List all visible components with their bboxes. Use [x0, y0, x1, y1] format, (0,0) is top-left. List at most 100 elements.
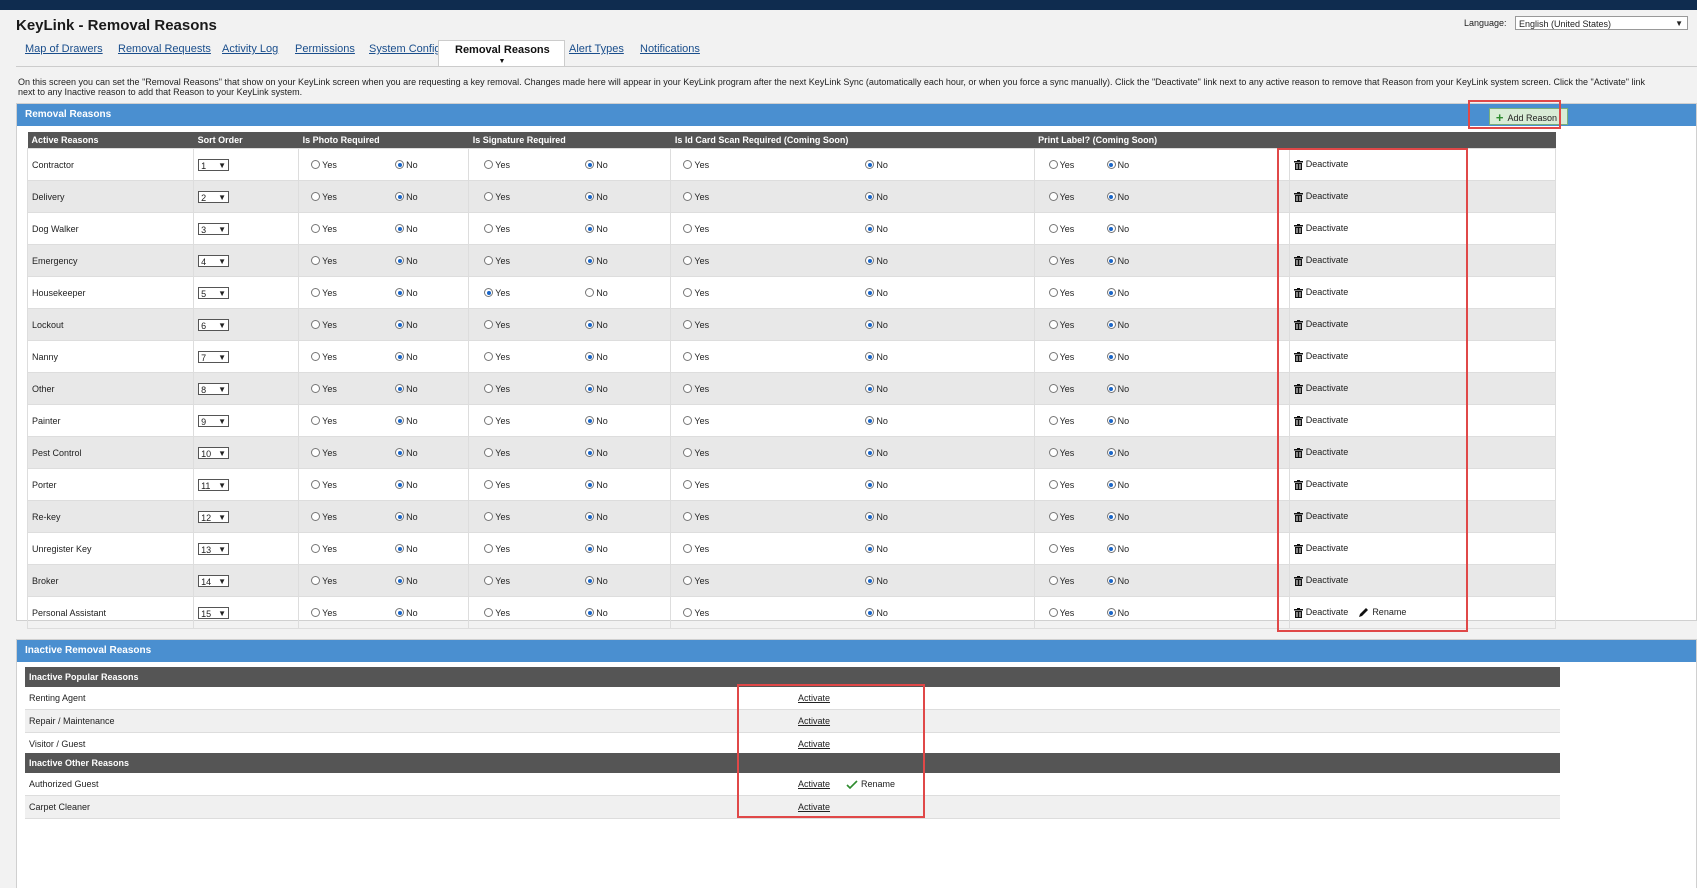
- label-no-option[interactable]: No: [1106, 543, 1129, 554]
- idscan-yes-option[interactable]: Yes: [683, 447, 709, 458]
- photo-yes-radio[interactable]: [311, 384, 321, 394]
- label-yes-option[interactable]: Yes: [1048, 543, 1074, 554]
- signature-yes-option[interactable]: Yes: [484, 255, 510, 266]
- deactivate-link[interactable]: Deactivate: [1293, 543, 1348, 554]
- deactivate-link[interactable]: Deactivate: [1293, 479, 1348, 490]
- rename-link[interactable]: Rename: [846, 779, 895, 790]
- idscan-no-radio[interactable]: [865, 448, 875, 458]
- idscan-no-option[interactable]: No: [865, 447, 888, 458]
- sort-order-select[interactable]: 13 ▼: [198, 542, 230, 555]
- label-yes-radio[interactable]: [1048, 608, 1058, 618]
- label-yes-option[interactable]: Yes: [1048, 287, 1074, 298]
- signature-no-radio[interactable]: [585, 576, 595, 586]
- idscan-yes-radio[interactable]: [683, 224, 693, 234]
- tab-alert-types[interactable]: Alert Types: [569, 40, 624, 66]
- photo-no-radio[interactable]: [395, 480, 405, 490]
- idscan-yes-radio[interactable]: [683, 352, 693, 362]
- label-no-radio[interactable]: [1106, 224, 1116, 234]
- label-no-radio[interactable]: [1106, 416, 1116, 426]
- idscan-yes-radio[interactable]: [683, 512, 693, 522]
- signature-yes-option[interactable]: Yes: [484, 223, 510, 234]
- signature-no-radio[interactable]: [585, 256, 595, 266]
- label-yes-option[interactable]: Yes: [1048, 383, 1074, 394]
- signature-no-option[interactable]: No: [585, 255, 608, 266]
- photo-yes-option[interactable]: Yes: [311, 159, 337, 170]
- photo-yes-radio[interactable]: [311, 512, 321, 522]
- idscan-yes-option[interactable]: Yes: [683, 287, 709, 298]
- deactivate-link[interactable]: Deactivate: [1293, 607, 1348, 618]
- activate-link[interactable]: Activate: [798, 693, 830, 703]
- idscan-yes-radio[interactable]: [683, 608, 693, 618]
- signature-no-option[interactable]: No: [585, 575, 608, 586]
- signature-no-radio[interactable]: [585, 224, 595, 234]
- signature-no-option[interactable]: No: [585, 383, 608, 394]
- photo-no-option[interactable]: No: [395, 287, 418, 298]
- add-reason-button[interactable]: + Add Reason: [1488, 108, 1568, 125]
- idscan-yes-radio[interactable]: [683, 384, 693, 394]
- deactivate-link[interactable]: Deactivate: [1293, 159, 1348, 170]
- signature-no-radio[interactable]: [585, 320, 595, 330]
- sort-order-select[interactable]: 12 ▼: [198, 510, 230, 523]
- photo-no-radio[interactable]: [395, 576, 405, 586]
- photo-no-option[interactable]: No: [395, 255, 418, 266]
- tab-activity-log[interactable]: Activity Log: [222, 40, 278, 66]
- idscan-no-option[interactable]: No: [865, 415, 888, 426]
- photo-yes-radio[interactable]: [311, 224, 321, 234]
- label-yes-option[interactable]: Yes: [1048, 223, 1074, 234]
- photo-no-option[interactable]: No: [395, 319, 418, 330]
- sort-order-select[interactable]: 2 ▼: [198, 190, 230, 203]
- deactivate-link[interactable]: Deactivate: [1293, 415, 1348, 426]
- idscan-no-option[interactable]: No: [865, 191, 888, 202]
- photo-no-option[interactable]: No: [395, 511, 418, 522]
- signature-no-radio[interactable]: [585, 544, 595, 554]
- signature-yes-option[interactable]: Yes: [484, 415, 510, 426]
- idscan-yes-radio[interactable]: [683, 576, 693, 586]
- idscan-yes-radio[interactable]: [683, 480, 693, 490]
- sort-order-select[interactable]: 9 ▼: [198, 414, 230, 427]
- signature-no-option[interactable]: No: [585, 607, 608, 618]
- sort-order-select[interactable]: 5 ▼: [198, 286, 230, 299]
- rename-link[interactable]: Rename: [1358, 607, 1406, 617]
- deactivate-link[interactable]: Deactivate: [1293, 223, 1348, 234]
- signature-yes-option[interactable]: Yes: [484, 543, 510, 554]
- activate-link[interactable]: Activate: [798, 779, 830, 789]
- photo-no-option[interactable]: No: [395, 543, 418, 554]
- photo-yes-option[interactable]: Yes: [311, 543, 337, 554]
- idscan-yes-option[interactable]: Yes: [683, 543, 709, 554]
- signature-yes-radio[interactable]: [484, 352, 494, 362]
- photo-no-option[interactable]: No: [395, 575, 418, 586]
- idscan-yes-option[interactable]: Yes: [683, 351, 709, 362]
- photo-no-radio[interactable]: [395, 224, 405, 234]
- photo-yes-option[interactable]: Yes: [311, 415, 337, 426]
- idscan-yes-option[interactable]: Yes: [683, 223, 709, 234]
- label-yes-radio[interactable]: [1048, 544, 1058, 554]
- signature-no-option[interactable]: No: [585, 351, 608, 362]
- label-yes-option[interactable]: Yes: [1048, 607, 1074, 618]
- photo-yes-option[interactable]: Yes: [311, 511, 337, 522]
- signature-yes-option[interactable]: Yes: [484, 575, 510, 586]
- photo-no-radio[interactable]: [395, 416, 405, 426]
- deactivate-link[interactable]: Deactivate: [1293, 287, 1348, 298]
- sort-order-select[interactable]: 6 ▼: [198, 318, 230, 331]
- label-yes-radio[interactable]: [1048, 480, 1058, 490]
- idscan-yes-option[interactable]: Yes: [683, 159, 709, 170]
- tab-notifications[interactable]: Notifications: [640, 40, 700, 66]
- signature-no-option[interactable]: No: [585, 287, 608, 298]
- idscan-yes-option[interactable]: Yes: [683, 479, 709, 490]
- idscan-no-option[interactable]: No: [865, 383, 888, 394]
- signature-yes-radio[interactable]: [484, 384, 494, 394]
- idscan-no-radio[interactable]: [865, 288, 875, 298]
- idscan-no-radio[interactable]: [865, 256, 875, 266]
- idscan-no-radio[interactable]: [865, 192, 875, 202]
- label-no-radio[interactable]: [1106, 256, 1116, 266]
- idscan-no-option[interactable]: No: [865, 607, 888, 618]
- tab-removal-requests[interactable]: Removal Requests: [118, 40, 211, 66]
- signature-yes-option[interactable]: Yes: [484, 479, 510, 490]
- idscan-yes-option[interactable]: Yes: [683, 415, 709, 426]
- label-yes-option[interactable]: Yes: [1048, 191, 1074, 202]
- idscan-no-option[interactable]: No: [865, 287, 888, 298]
- idscan-no-option[interactable]: No: [865, 255, 888, 266]
- signature-no-radio[interactable]: [585, 608, 595, 618]
- photo-no-radio[interactable]: [395, 192, 405, 202]
- signature-yes-option[interactable]: Yes: [484, 511, 510, 522]
